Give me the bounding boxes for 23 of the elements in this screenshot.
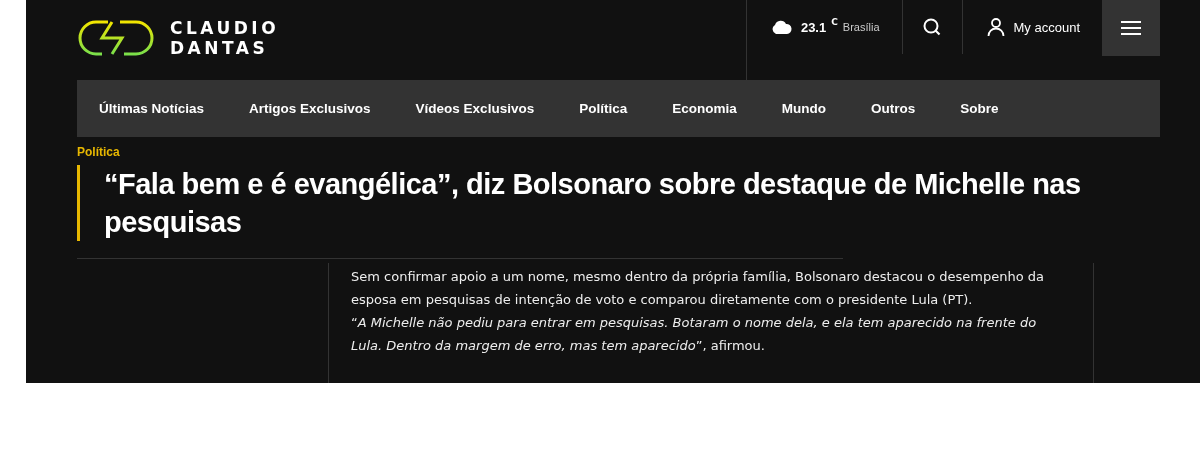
search-icon[interactable] <box>923 18 941 36</box>
nav-link[interactable]: Outros <box>870 101 916 116</box>
user-icon <box>986 18 1005 36</box>
article-paragraph: “A Michelle não pediu para entrar em pesquisas. Botaram o nome dela, e ela tem aparecido na frente do Lula. Dentro da margem de erro, mas tem aparecido”, afirmou. <box>351 314 1038 355</box>
nav-link[interactable]: Política <box>579 101 628 116</box>
nav-link[interactable]: Últimas Notícias <box>99 101 205 116</box>
article-headline: “Fala bem e é evangélica”, diz Bolsonaro sobre destaque de Michelle nas pesquisas <box>77 165 1144 241</box>
nav-link[interactable]: Artigos Exclusivos <box>249 101 371 116</box>
nav-link[interactable]: Sobre <box>960 101 999 116</box>
city-name: Brasília <box>842 21 880 33</box>
logo-icon <box>78 20 154 56</box>
temperature: 23.1 <box>800 19 827 35</box>
nav-link[interactable]: Mundo <box>781 101 826 116</box>
article-paragraph: Sem confirmar apoio a um nome, mesmo dentro da própria família, Bolsonaro destacou o desempenho da esposa em pesquisas de intenção de voto e comparou diretamente com o presidente Lula (PT). <box>351 268 1045 309</box>
category-link[interactable]: Política <box>77 145 120 159</box>
logo-text: CLAUDIO DANTAS <box>170 18 280 58</box>
nav-link[interactable]: Vídeos Exclusivos <box>415 101 535 116</box>
cloud-icon <box>770 20 792 34</box>
menu-button[interactable] <box>1102 0 1160 56</box>
temperature-unit: C <box>831 17 838 27</box>
account-link[interactable]: My account <box>962 0 1102 54</box>
menu-icon <box>1121 21 1141 35</box>
nav-link[interactable]: Economia <box>672 101 737 116</box>
